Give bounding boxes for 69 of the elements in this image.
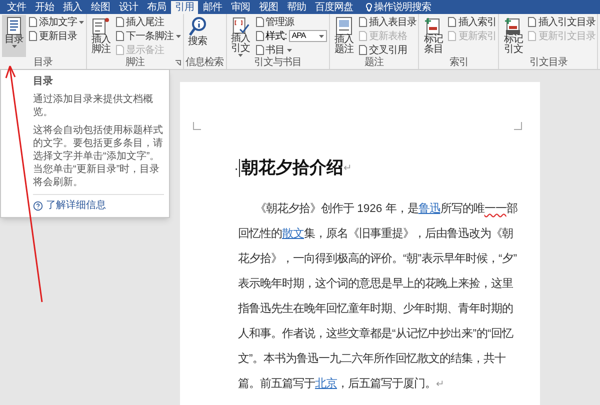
ribbon-tab[interactable]: 绘图: [87, 1, 114, 14]
dialog-launcher-icon[interactable]: [174, 60, 180, 66]
ribbon-tab[interactable]: 百度网盘: [311, 1, 357, 14]
group-label: 索引: [449, 57, 468, 68]
caret-icon: [286, 48, 292, 52]
group-label: 脚注: [125, 57, 144, 68]
group-label: 引文与书目: [254, 57, 302, 68]
body-paragraph: 《朝花夕拾》创作于 1926 年，是鲁迅所写的唯一一部 回忆性的散文集，原名《旧事重提》，后由鲁迅改为《朝 花夕拾》，一向得到极高的评价。“朝”表示早年时候，“夕” 表示晚年时期，这个词的意思是早上的花晚上来捡，这里 指鲁迅先生在晚年回忆童年时期、少年时期、青年时期的 人和事。作者说，这些文章都是“从记忆中抄出来”的“回忆 文”。本书为鲁迅一九二六年所作回忆散文的结集，共十 篇。前五篇写于北京，后五篇写于厦门。↵: [238, 201, 518, 392]
ribbon-tab[interactable]: 开始: [31, 1, 58, 14]
mark-citation-icon: [504, 17, 522, 35]
ribbon-small-button[interactable]: 添加文字: [29, 15, 84, 29]
ribbon-large-button[interactable]: 标记引文: [501, 15, 526, 57]
search-icon: [188, 17, 206, 37]
caret-icon: [79, 20, 84, 24]
group-label: 题注: [364, 57, 384, 68]
ribbon-small-button[interactable]: 插入索引: [448, 15, 496, 29]
caret-icon: [318, 34, 324, 38]
caption-icon: [336, 17, 352, 35]
document-heading: 朝花夕拾介绍: [242, 157, 344, 180]
margin-mark: [514, 122, 522, 130]
heading-marker: ·: [234, 158, 239, 178]
tooltip-text: 这将会自动包括使用标题样式的文字。要包括更多条目，请选择文字并单击“添加文字”。当您单击“更新目录”时，目录将会刷新。: [33, 124, 164, 189]
tooltip-text: 通过添加目录来提供文档概览。: [33, 93, 154, 119]
paragraph-mark: ↵: [344, 162, 352, 176]
ribbon-large-button[interactable]: 目录: [2, 15, 26, 57]
caret-icon: [12, 45, 16, 48]
hyperlink[interactable]: 散文: [282, 228, 304, 240]
group-label: 目录: [34, 57, 52, 68]
document-list-icon: [7, 17, 21, 35]
text-cursor: [238, 159, 240, 177]
ribbon-tab[interactable]: 审阅: [227, 1, 254, 14]
ribbon-tab[interactable]: 视图: [255, 1, 282, 14]
margin-mark: [193, 122, 201, 130]
ribbon-large-button[interactable]: 插入引文: [228, 15, 252, 57]
ribbon-small-button[interactable]: 更新目录: [29, 29, 84, 43]
ribbon-tab[interactable]: 布局: [143, 1, 170, 14]
ribbon-large-button[interactable]: 插入脚注: [89, 15, 113, 57]
ribbon-large-button[interactable]: 搜索: [186, 15, 210, 57]
ribbon-tab[interactable]: 帮助: [283, 1, 310, 14]
ribbon-small-button[interactable]: 交叉引用: [358, 43, 416, 57]
ribbon-tab[interactable]: 邮件: [199, 1, 226, 14]
group-label: 信息检索: [186, 57, 224, 68]
style-dropdown[interactable]: APA: [288, 30, 327, 42]
tell-me-search[interactable]: 操作说明搜索: [374, 1, 431, 14]
tooltip-title: 目录: [33, 75, 54, 88]
mark-entry-icon: [424, 17, 442, 35]
ribbon-tab[interactable]: 文件: [3, 1, 30, 14]
ribbon-tab[interactable]: 插入: [59, 1, 86, 14]
style-label: 样式:: [266, 30, 287, 44]
ribbon-tab[interactable]: 引用: [171, 1, 198, 14]
ribbon-small-button[interactable]: 插入尾注: [116, 15, 180, 29]
group-label: 引文目录: [529, 57, 568, 68]
hyperlink[interactable]: 北京: [315, 378, 337, 390]
help-icon: [33, 200, 43, 210]
ribbon-small-button[interactable]: 书目: [256, 43, 327, 57]
footnote-icon: [92, 17, 110, 35]
caret-icon: [176, 34, 180, 38]
ribbon-small-button[interactable]: 插入引文目录: [528, 15, 596, 29]
ribbon-small-button[interactable]: 插入表目录: [358, 15, 416, 29]
hyperlink[interactable]: 鲁迅: [418, 203, 440, 215]
learn-more-link[interactable]: 了解详细信息: [46, 199, 106, 212]
caret-icon: [238, 54, 243, 57]
ribbon-small-button[interactable]: 下一条脚注: [116, 29, 180, 43]
ribbon-small-button[interactable]: 管理源: [256, 15, 327, 29]
lightbulb-icon: [366, 3, 372, 12]
citation-icon: [232, 17, 250, 34]
ribbon-large-button[interactable]: 插入题注: [332, 15, 356, 57]
ribbon-large-button[interactable]: 标记条目: [421, 15, 446, 57]
ribbon-tab[interactable]: 设计: [115, 1, 142, 14]
